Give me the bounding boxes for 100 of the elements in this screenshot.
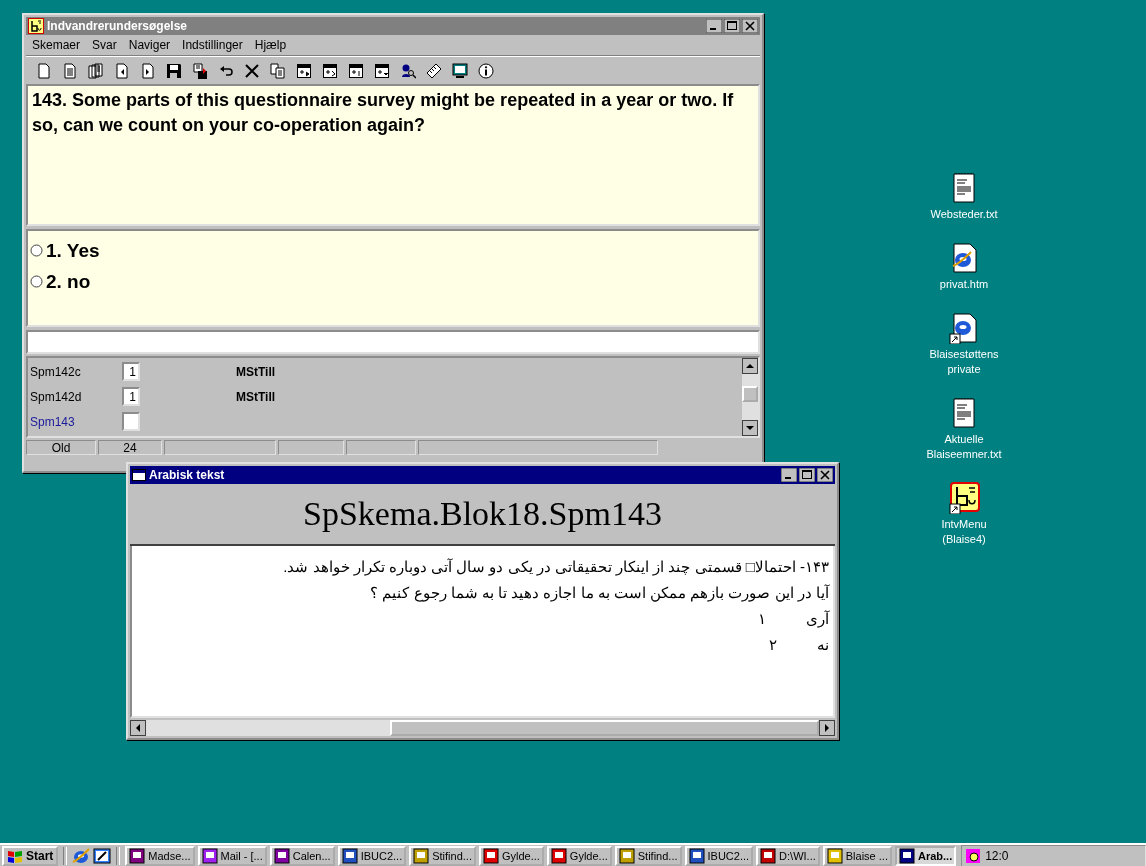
radio-button[interactable]: [30, 244, 43, 257]
input-field[interactable]: [26, 330, 760, 354]
taskbar-button[interactable]: Madse...: [125, 845, 195, 866]
status-panel: [346, 440, 416, 455]
arabic-text-line: آیا در این صورت بازهم ممکن است به ما اجازه دهید تا به شما رجوع کنیم ؟: [369, 583, 829, 604]
scroll-up-icon[interactable]: [742, 358, 758, 374]
radio-button[interactable]: [30, 275, 43, 288]
app-icon: [413, 847, 430, 864]
info-icon[interactable]: [478, 63, 494, 79]
window-title: Arabisk tekst: [149, 468, 226, 482]
document-icon[interactable]: [62, 63, 78, 79]
windows-logo-icon: [7, 848, 23, 863]
radio-option[interactable]: 2. no: [30, 266, 756, 297]
radio-option[interactable]: 1. Yes: [30, 235, 756, 266]
web-page-shortcut-icon[interactable]: [948, 312, 980, 344]
desktop-icon-label[interactable]: Aktuelle Blaiseemner.txt: [919, 432, 1009, 462]
field-status: MStTill: [236, 389, 276, 404]
menu-item[interactable]: Svar: [92, 38, 117, 52]
app-icon: [618, 847, 635, 864]
field-name[interactable]: Spm142d: [30, 389, 122, 404]
field-name[interactable]: Spm143: [30, 414, 122, 429]
field-status: MStTill: [236, 364, 276, 379]
maximize-button[interactable]: [799, 468, 815, 482]
scroll-down-icon[interactable]: [742, 420, 758, 436]
scroll-right-icon[interactable]: [819, 720, 835, 736]
horizontal-scrollbar[interactable]: [130, 720, 835, 736]
undo-icon[interactable]: [218, 63, 234, 79]
value-field[interactable]: 1: [122, 362, 140, 381]
value-field[interactable]: 1: [122, 387, 140, 406]
maximize-button[interactable]: [724, 19, 740, 33]
app-icon: [826, 847, 843, 864]
text-area[interactable]: ۱۴۳- احتمالا□ قسمتی چند از اینکار تحقیقاتی در یکی دو سال آتی دوباره تکرار خواهد شد. آیا در این صورت بازهم ممکن است به ما اجازه دهید تا به شما رجوع کنیم ؟ آری ۱ نه ۲: [130, 546, 835, 718]
ruler-icon[interactable]: [426, 63, 442, 79]
minimize-button[interactable]: [706, 19, 722, 33]
app-icon: [129, 847, 146, 864]
app-icon: [688, 847, 705, 864]
taskbar-button[interactable]: Stifind...: [409, 845, 476, 866]
field-icon[interactable]: [374, 63, 390, 79]
desktop-icon-label[interactable]: privat.htm: [939, 277, 989, 292]
close-button[interactable]: [742, 19, 758, 33]
scroll-left-icon[interactable]: [130, 720, 146, 736]
field-icon[interactable]: [296, 63, 312, 79]
desktop-icon-label[interactable]: Websteder.txt: [930, 207, 998, 222]
arabic-text-line: ۱۴۳- احتمالا□ قسمتی چند از اینکار تحقیقاتی در یکی دو سال آتی دوباره تکرار خواهد شد.: [282, 557, 829, 578]
app-icon: [550, 847, 567, 864]
field-icon[interactable]: [348, 63, 364, 79]
taskbar-button[interactable]: Stifind...: [614, 845, 682, 866]
taskbar-button[interactable]: Gylde...: [546, 845, 612, 866]
vertical-scrollbar[interactable]: [742, 358, 758, 436]
pen-icon[interactable]: [93, 846, 112, 865]
desktop-icon-label[interactable]: IntvMenu (Blaise4): [919, 517, 1009, 547]
taskbar-button[interactable]: D:\WI...: [756, 845, 820, 866]
window-title: Indvandrerundersøgelse: [47, 19, 189, 33]
next-page-icon[interactable]: [140, 63, 156, 79]
option-number: ۲: [769, 635, 777, 655]
taskbar-button[interactable]: Gylde...: [478, 845, 544, 866]
taskbar-button[interactable]: IBUC2...: [337, 845, 407, 866]
field-icon[interactable]: [322, 63, 338, 79]
save-icon[interactable]: [166, 63, 182, 79]
status-panel: [278, 440, 344, 455]
previous-page-icon[interactable]: [114, 63, 130, 79]
tray-app-icon[interactable]: [965, 847, 982, 864]
person-search-icon[interactable]: [400, 63, 416, 79]
save-as-icon[interactable]: [192, 63, 208, 79]
desktop-icon-label[interactable]: Blaisestøttens private: [919, 347, 1009, 377]
app-icon: [898, 847, 915, 864]
monitor-icon[interactable]: [452, 63, 468, 79]
clock: 12:0: [985, 848, 1009, 863]
start-button[interactable]: Start: [2, 845, 59, 866]
delete-icon[interactable]: [244, 63, 260, 79]
menu-item[interactable]: Hjælp: [254, 38, 287, 52]
taskbar-button[interactable]: IBUC2...: [684, 845, 754, 866]
app-icon: [482, 847, 499, 864]
question-text: 143. Some parts of this questionnaire survey might be repeated in a year or two. If so, can we count on your co-operation again?: [32, 89, 735, 137]
app-icon: [341, 847, 358, 864]
menu-item[interactable]: Indstillinger: [182, 38, 243, 52]
taskbar-button[interactable]: Mail - [...: [197, 845, 267, 866]
blaise-logo-icon: [28, 18, 44, 34]
app-icon: [760, 847, 777, 864]
menu-item[interactable]: Skemaer: [32, 38, 81, 52]
documents-icon[interactable]: [88, 63, 104, 79]
option-label: نه: [817, 635, 829, 655]
scroll-thumb[interactable]: [742, 386, 758, 402]
scroll-thumb[interactable]: [390, 720, 819, 736]
app-icon: [201, 847, 218, 864]
status-panel: Old: [26, 440, 96, 455]
app-icon: [273, 847, 290, 864]
copy-icon[interactable]: [270, 63, 286, 79]
taskbar-button[interactable]: Calen...: [269, 845, 335, 866]
taskbar-button[interactable]: Arab...: [894, 845, 957, 866]
minimize-button[interactable]: [781, 468, 797, 482]
close-button[interactable]: [817, 468, 833, 482]
menu-item[interactable]: Naviger: [128, 38, 171, 52]
taskbar-button[interactable]: Blaise ...: [822, 845, 892, 866]
new-document-icon[interactable]: [36, 63, 52, 79]
option-label: آری: [806, 609, 829, 630]
value-field[interactable]: [122, 412, 140, 431]
status-panel: 24: [98, 440, 162, 455]
blaise-shortcut-icon[interactable]: [948, 482, 980, 514]
field-name[interactable]: Spm142c: [30, 364, 122, 379]
